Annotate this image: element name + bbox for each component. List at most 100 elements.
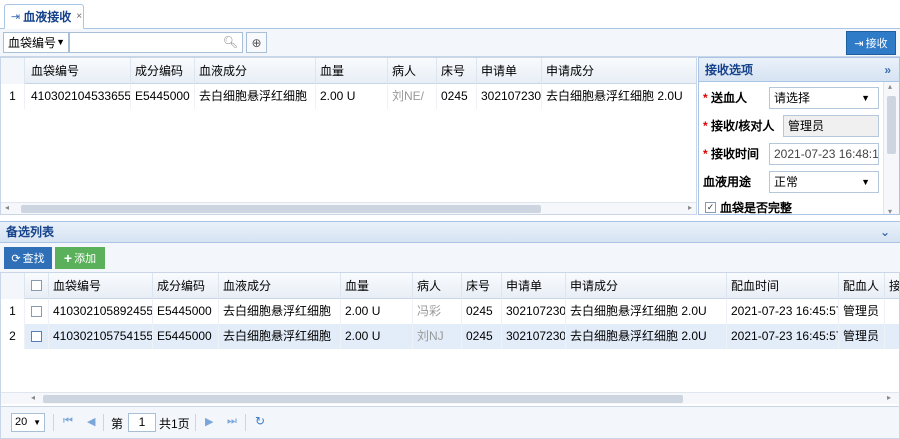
sender-select[interactable]: 请选择 ▼	[769, 87, 879, 109]
close-icon[interactable]: ×	[76, 11, 82, 22]
horizontal-scrollbar[interactable]: ◂ ▸	[1, 392, 899, 404]
table-cell: 管理员	[839, 324, 885, 349]
column-header[interactable]: 申请成分	[542, 58, 696, 84]
row-checkbox[interactable]	[31, 331, 42, 342]
table-row[interactable]: 1 410302104533655 E5445000 去白细胞悬浮红细胞 2.0…	[1, 84, 696, 109]
column-header[interactable]: 血液成分	[219, 273, 341, 299]
page-number-input[interactable]: 1	[128, 413, 156, 432]
receive-options-panel: 接收选项 » * 送血人 请选择 ▼ * 接收/核对人 管理员 * 接收时间 2…	[698, 57, 900, 215]
tab-blood-receive[interactable]: ⇥ 血液接收 ×	[4, 4, 84, 29]
table-cell: 2.00 U	[341, 299, 413, 324]
usage-select[interactable]: 正常 ▼	[769, 171, 879, 193]
zoom-search-button[interactable]: ⊕	[246, 32, 267, 53]
table-cell: 410302105892455	[49, 299, 153, 324]
row-number: 2	[1, 324, 25, 349]
column-header[interactable]: 接	[885, 273, 899, 299]
table-cell: 410302105754155	[49, 324, 153, 349]
next-page-icon[interactable]: ▶	[205, 415, 213, 428]
divider	[53, 414, 54, 431]
scroll-up-icon[interactable]: ▴	[888, 82, 892, 91]
panel-title-text: 接收选项	[705, 63, 754, 77]
grid-header: 血袋编号 成分编码 血液成分 血量 病人 床号 申请单 申请成分 配血时间 配血…	[1, 273, 899, 299]
row-checkbox[interactable]	[31, 306, 42, 317]
add-button-label: 添加	[74, 253, 97, 265]
sender-value: 请选择	[774, 91, 811, 105]
scroll-down-icon[interactable]: ▾	[888, 207, 892, 214]
scrollbar-thumb[interactable]	[43, 395, 683, 403]
receive-time-field[interactable]: 2021-07-23 16:48:1	[769, 143, 879, 165]
search-input[interactable]: 🔍︎	[69, 32, 243, 53]
receiver-row: * 接收/核对人 管理员	[699, 112, 883, 140]
collapse-icon[interactable]: ⌄	[880, 222, 890, 242]
tab-strip: ⇥ 血液接收 ×	[0, 0, 900, 29]
page-prefix: 第	[111, 417, 124, 431]
divider	[103, 414, 104, 431]
table-cell: 冯彩	[413, 299, 462, 324]
table-cell: 2021-07-23 16:45:57	[727, 299, 839, 324]
scroll-left-icon[interactable]: ◂	[5, 203, 9, 212]
refresh-icon[interactable]: ↻	[255, 414, 265, 428]
row-select-cell[interactable]	[25, 299, 49, 324]
table-row[interactable]: 1 410302105892455 E5445000 去白细胞悬浮红细胞 2.0…	[1, 299, 899, 324]
column-header[interactable]: 配血人	[839, 273, 885, 299]
receive-button-label: 接收	[865, 38, 888, 50]
vertical-scrollbar[interactable]: ▴ ▾	[883, 82, 899, 214]
table-cell: 去白细胞悬浮红细胞	[195, 84, 316, 109]
column-header[interactable]: 血液成分	[195, 58, 316, 84]
table-cell: 去白细胞悬浮红细胞	[219, 299, 341, 324]
column-header[interactable]: 病人	[388, 58, 437, 84]
divider	[195, 414, 196, 431]
column-header[interactable]: 病人	[413, 273, 462, 299]
scroll-right-icon[interactable]: ▸	[688, 203, 692, 212]
column-header[interactable]: 血袋编号	[25, 58, 131, 84]
column-header[interactable]: 血袋编号	[49, 273, 153, 299]
horizontal-scrollbar[interactable]: ◂ ▸	[1, 202, 696, 214]
pagination-bar: 20 ▼ ⏮ ◀ 第 1 共1页 ▶ ⏭ ↻	[0, 406, 900, 439]
column-header[interactable]: 床号	[437, 58, 477, 84]
select-all-header[interactable]	[25, 273, 49, 299]
scroll-left-icon[interactable]: ◂	[31, 393, 35, 402]
scrollbar-thumb[interactable]	[887, 96, 896, 154]
page-size-value: 20	[15, 416, 28, 428]
candidate-toolbar: ⟳ 查找 + 添加	[0, 243, 900, 273]
table-cell: 2.00 U	[341, 324, 413, 349]
page-total: 共1页	[159, 417, 190, 431]
column-header[interactable]: 申请单	[477, 58, 542, 84]
receive-icon: ⇥	[854, 37, 864, 50]
column-header[interactable]: 申请单	[502, 273, 566, 299]
bag-intact-checkbox[interactable]: ✓	[705, 201, 716, 213]
collapse-icon[interactable]: »	[884, 58, 891, 82]
add-button[interactable]: + 添加	[55, 247, 105, 269]
divider	[245, 414, 246, 431]
search-field-select[interactable]: 血袋编号 ▼	[3, 32, 69, 53]
refresh-find-icon: ⟳	[11, 252, 21, 265]
scrollbar-thumb[interactable]	[21, 205, 541, 213]
column-header[interactable]: 血量	[316, 58, 388, 84]
column-header[interactable]: 配血时间	[727, 273, 839, 299]
receive-button[interactable]: ⇥ 接收	[846, 31, 896, 55]
scroll-right-icon[interactable]: ▸	[887, 393, 891, 402]
row-number: 1	[1, 299, 25, 324]
page-size-select[interactable]: 20 ▼	[11, 413, 45, 432]
column-header[interactable]: 成分编码	[131, 58, 195, 84]
table-row[interactable]: 2 410302105754155 E5445000 去白细胞悬浮红细胞 2.0…	[1, 324, 899, 349]
search-toolbar: 血袋编号 ▼ 🔍︎ ⊕ ⇥ 接收	[0, 29, 900, 57]
chevron-down-icon: ▼	[56, 37, 65, 47]
panel-title: 接收选项 »	[699, 58, 899, 82]
receiver-label: * 接收/核对人	[703, 119, 775, 133]
search-icon[interactable]: 🔍︎	[223, 35, 238, 49]
column-header[interactable]: 血量	[341, 273, 413, 299]
column-header[interactable]: 成分编码	[153, 273, 219, 299]
last-page-icon[interactable]: ⏭	[227, 415, 237, 428]
column-header[interactable]: 申请成分	[566, 273, 727, 299]
candidate-grid: 血袋编号 成分编码 血液成分 血量 病人 床号 申请单 申请成分 配血时间 配血…	[0, 273, 900, 406]
table-cell: 去白细胞悬浮红细胞	[219, 324, 341, 349]
table-cell: 去白细胞悬浮红细胞 2.0U	[566, 299, 727, 324]
column-header[interactable]: 床号	[462, 273, 502, 299]
select-all-checkbox[interactable]	[31, 280, 42, 291]
row-select-cell[interactable]	[25, 324, 49, 349]
first-page-icon[interactable]: ⏮	[63, 415, 73, 428]
receive-time-row: * 接收时间 2021-07-23 16:48:1	[699, 140, 883, 168]
find-button[interactable]: ⟳ 查找	[4, 247, 52, 269]
prev-page-icon[interactable]: ◀	[87, 415, 95, 428]
